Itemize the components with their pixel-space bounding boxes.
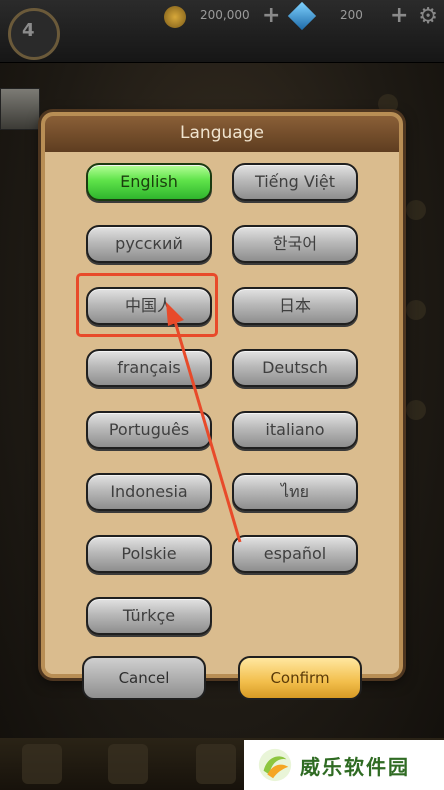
annotation-arrow: [166, 302, 242, 543]
watermark: 威乐软件园: [244, 740, 444, 790]
watermark-logo-icon: [258, 748, 292, 782]
watermark-text: 威乐软件园: [300, 755, 410, 779]
